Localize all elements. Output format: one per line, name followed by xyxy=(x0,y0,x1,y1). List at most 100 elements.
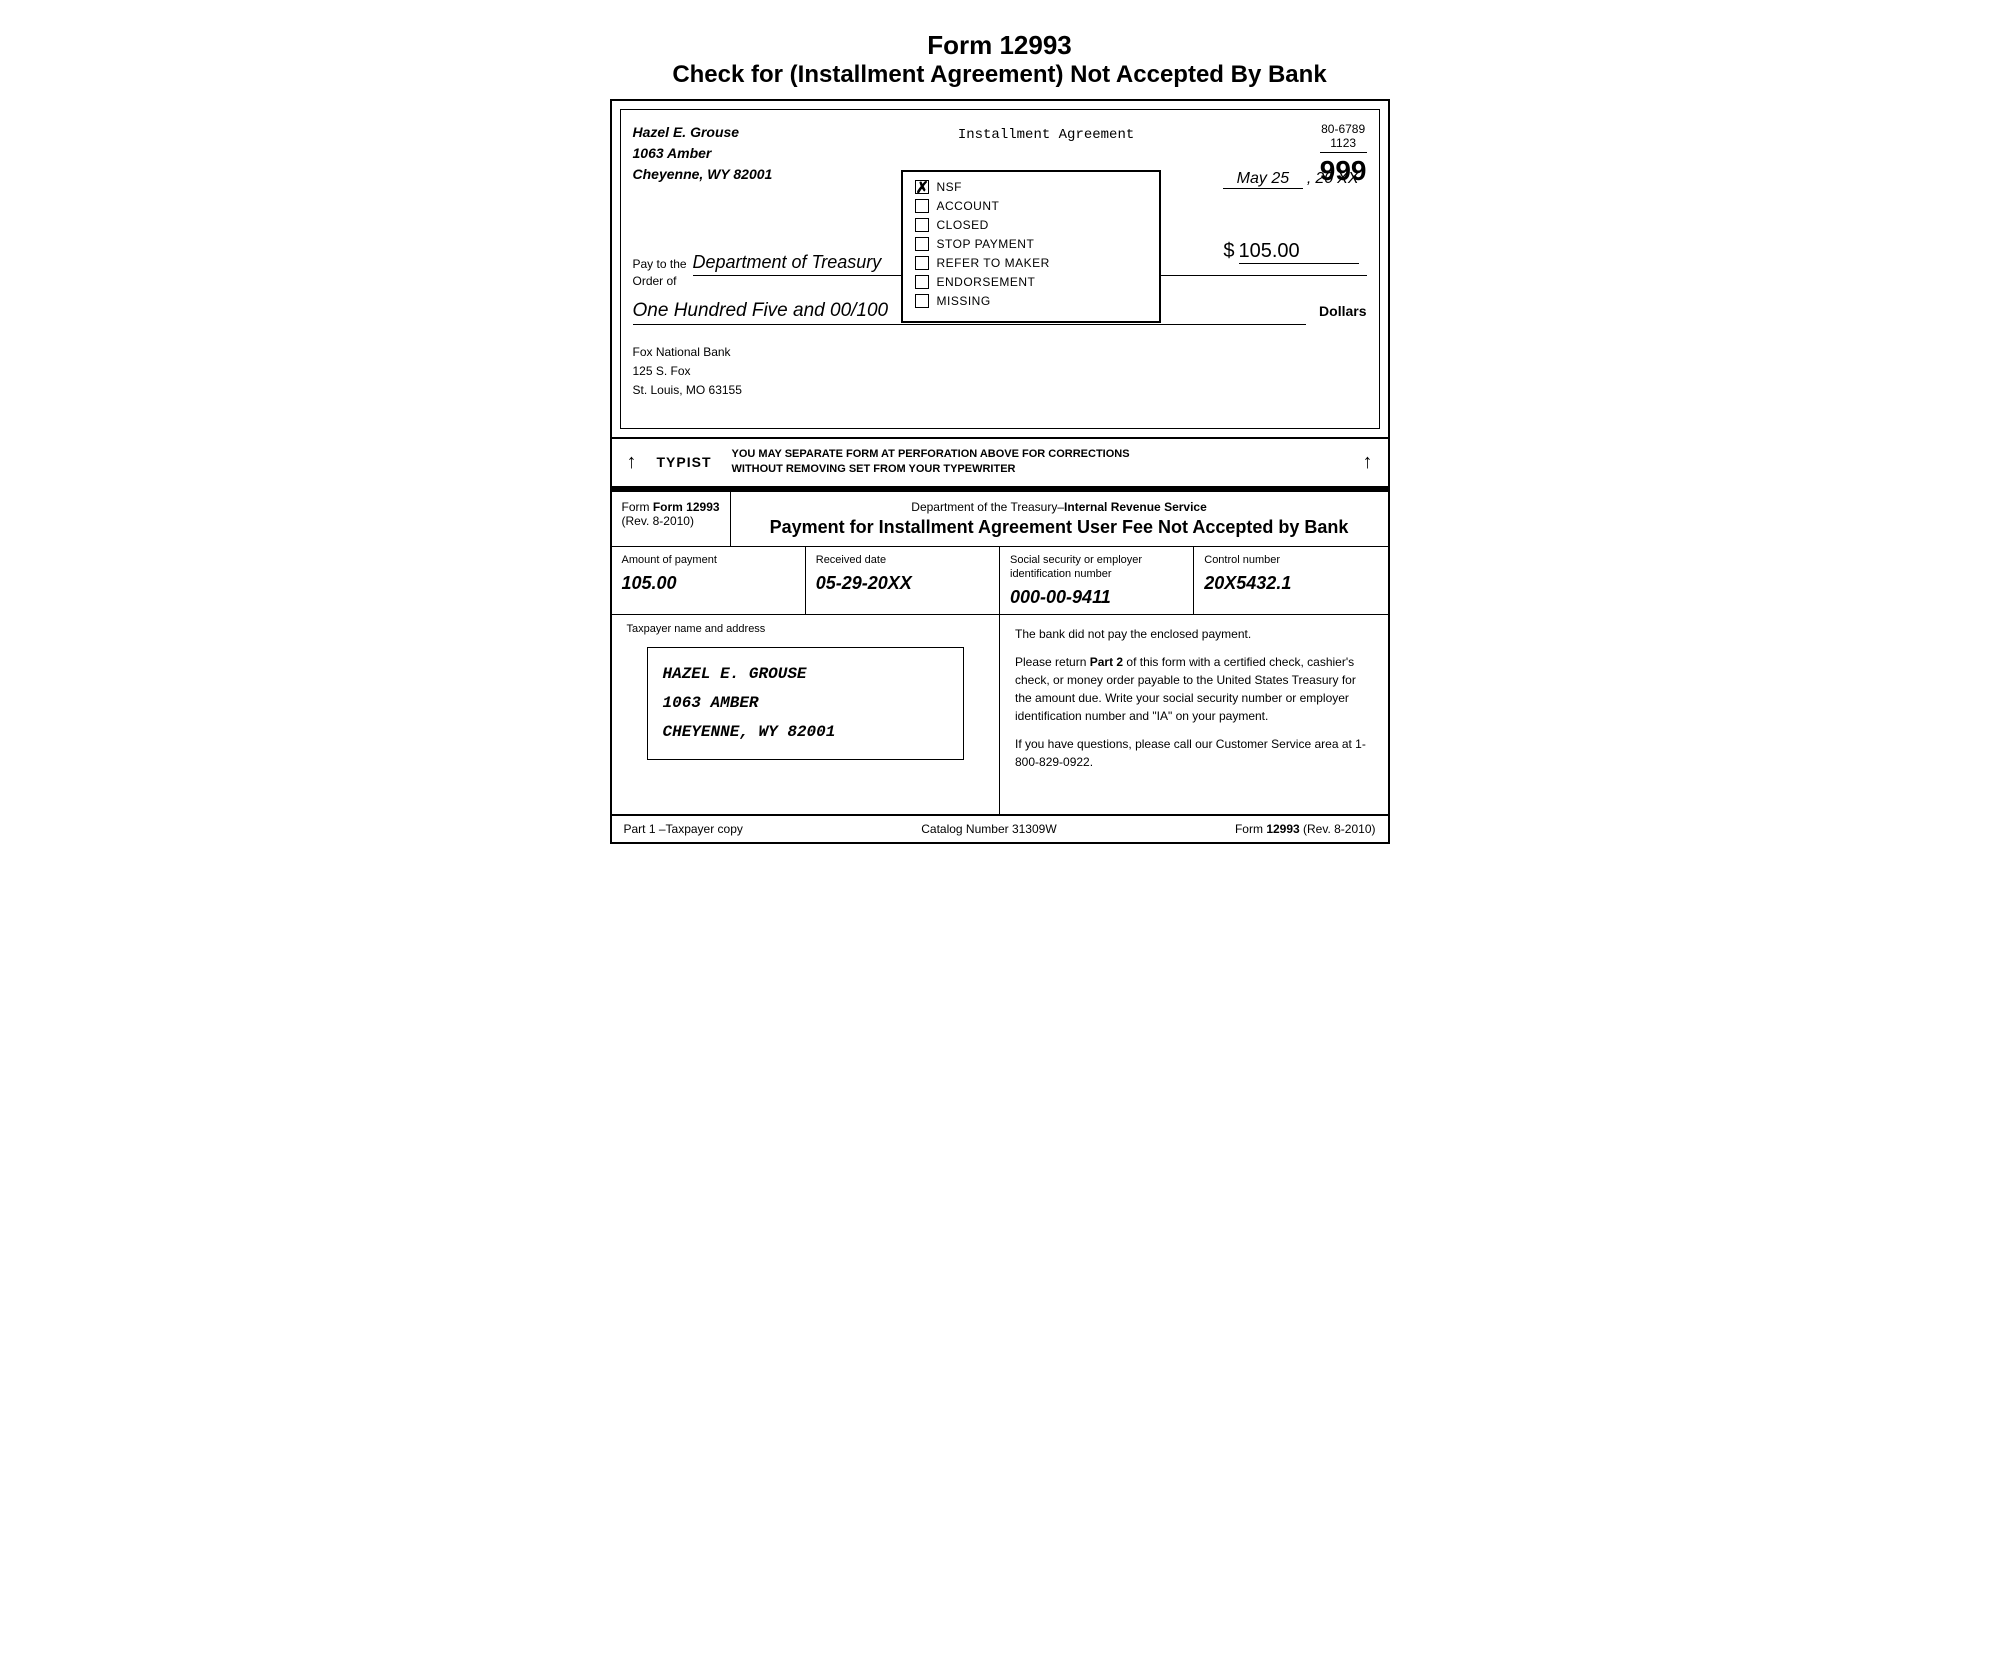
nsf-item-account: ACCOUNT xyxy=(915,199,1147,213)
pay-to-label: Pay to the Order of xyxy=(633,256,688,290)
value-amount-of-payment: 105.00 xyxy=(622,573,795,594)
taxpayer-address-box: HAZEL E. GROUSE 1063 AMBER CHEYENNE, WY … xyxy=(647,647,965,759)
value-ssn: 000-00-9411 xyxy=(1010,587,1183,608)
date-area: May 25 , 20 XX xyxy=(1223,170,1359,189)
bank-address1: 125 S. Fox xyxy=(633,362,1367,381)
footer-left: Part 1 –Taxpayer copy xyxy=(624,822,743,836)
nsf-item-missing: MISSING xyxy=(915,294,1147,308)
typist-note-line1: YOU MAY SEPARATE FORM AT PERFORATION ABO… xyxy=(732,447,1343,462)
check-date-year-suffix: XX xyxy=(1337,170,1358,188)
footer-form-number: 12993 xyxy=(1266,822,1299,836)
lower-form-inner: Form Form 12993 (Rev. 8-2010) Department… xyxy=(612,492,1388,843)
value-received-date: 05-29-20XX xyxy=(816,573,989,594)
nsf-label-missing: MISSING xyxy=(937,294,991,308)
nsf-label-endorsement: ENDORSEMENT xyxy=(937,275,1036,289)
nsf-item-nsf: NSF xyxy=(915,180,1147,194)
dollars-label: Dollars xyxy=(1319,303,1366,319)
label-control-number: Control number xyxy=(1204,553,1377,567)
dollar-sign: $ xyxy=(1223,240,1234,263)
check-name-address: Hazel E. Grouse 1063 Amber Cheyenne, WY … xyxy=(633,122,773,185)
check-address1: 1063 Amber xyxy=(633,143,773,164)
nsf-label-closed: CLOSED xyxy=(937,218,989,232)
nsf-box: NSF ACCOUNT CLOSED STOP PAYMENT REFER TO… xyxy=(901,170,1161,323)
pay-to-label1: Pay to the xyxy=(633,256,688,273)
dept-line: Department of the Treasury–Internal Reve… xyxy=(746,500,1373,514)
typist-note: YOU MAY SEPARATE FORM AT PERFORATION ABO… xyxy=(732,447,1343,478)
check-amount: 105.00 xyxy=(1239,240,1359,264)
typist-row: ↑ TYPIST YOU MAY SEPARATE FORM AT PERFOR… xyxy=(612,439,1388,488)
check-outer: Hazel E. Grouse 1063 Amber Cheyenne, WY … xyxy=(610,99,1390,439)
nsf-checkbox-refer-to-maker xyxy=(915,256,929,270)
bank-name: Fox National Bank xyxy=(633,343,1367,362)
taxpayer-label: Taxpayer name and address xyxy=(627,623,985,635)
taxpayer-address2: CHEYENNE, WY 82001 xyxy=(663,718,949,747)
check-date-year-prefix: 20 xyxy=(1315,170,1333,188)
label-ssn: Social security or employeridentificatio… xyxy=(1010,553,1183,582)
footer-right: Form 12993 (Rev. 8-2010) xyxy=(1235,822,1376,836)
check-address2: Cheyenne, WY 82001 xyxy=(633,164,773,185)
nsf-checkbox-stop-payment xyxy=(915,237,929,251)
nsf-checkbox-nsf xyxy=(915,180,929,194)
nsf-label-nsf: NSF xyxy=(937,180,963,194)
lower-form-rev: (Rev. 8-2010) xyxy=(622,514,720,528)
nsf-checkbox-endorsement xyxy=(915,275,929,289)
nsf-item-endorsement: ENDORSEMENT xyxy=(915,275,1147,289)
nsf-item-closed: CLOSED xyxy=(915,218,1147,232)
label-received-date: Received date xyxy=(816,553,989,567)
page-wrapper: Form 12993 Check for (Installment Agreem… xyxy=(610,30,1390,844)
irs-label: Internal Revenue Service xyxy=(1064,500,1207,514)
typist-arrow-right: ↑ xyxy=(1363,451,1373,474)
form-subtitle-title: Check for (Installment Agreement) Not Ac… xyxy=(610,61,1390,89)
routing-number: 80-6789 xyxy=(1321,122,1365,136)
bank-address2: St. Louis, MO 63155 xyxy=(633,381,1367,400)
data-fields-row: Amount of payment 105.00 Received date 0… xyxy=(612,547,1388,616)
value-control-number: 20X5432.1 xyxy=(1204,573,1377,594)
instructions-p3: If you have questions, please call our C… xyxy=(1015,735,1373,771)
taxpayer-address1: 1063 AMBER xyxy=(663,689,949,718)
instructions-p1: The bank did not pay the enclosed paymen… xyxy=(1015,625,1373,643)
name-address-col: Taxpayer name and address HAZEL E. GROUS… xyxy=(612,615,1001,814)
sub-routing: 1123 xyxy=(1330,136,1356,150)
form-footer: Part 1 –Taxpayer copy Catalog Number 313… xyxy=(612,815,1388,842)
lower-form-number: Form Form 12993 xyxy=(622,500,720,514)
nsf-checkbox-account xyxy=(915,199,929,213)
date-line: May 25 , 20 XX xyxy=(1223,170,1359,189)
form-number-col: Form Form 12993 (Rev. 8-2010) xyxy=(612,492,731,546)
typist-label: TYPIST xyxy=(657,454,712,470)
pay-to-label2: Order of xyxy=(633,273,688,290)
field-received-date: Received date 05-29-20XX xyxy=(806,547,1000,615)
check-name: Hazel E. Grouse xyxy=(633,122,773,143)
nsf-label-account: ACCOUNT xyxy=(937,199,1000,213)
check-routing: 80-6789 1123 xyxy=(1320,122,1367,153)
instructions-p2: Please return Part 2 of this form with a… xyxy=(1015,653,1373,725)
part2-bold: Part 2 xyxy=(1090,655,1123,669)
nsf-label-refer-to-maker: REFER TO MAKER xyxy=(937,256,1050,270)
lower-form-number-bold: Form 12993 xyxy=(653,500,720,514)
check-date-comma: , xyxy=(1307,170,1311,188)
nsf-checkbox-closed xyxy=(915,218,929,232)
nsf-checkbox-missing xyxy=(915,294,929,308)
form-title-block: Form 12993 Check for (Installment Agreem… xyxy=(610,30,1390,89)
payment-title: Payment for Installment Agreement User F… xyxy=(746,517,1373,538)
name-instructions-row: Taxpayer name and address HAZEL E. GROUS… xyxy=(612,615,1388,815)
form-title-col: Department of the Treasury–Internal Reve… xyxy=(731,492,1388,546)
nsf-item-refer-to-maker: REFER TO MAKER xyxy=(915,256,1147,270)
amount-box: $ 105.00 xyxy=(1223,240,1358,264)
typist-note-line2: WITHOUT REMOVING SET FROM YOUR TYPEWRITE… xyxy=(732,462,1343,477)
check-date-month-day: May 25 xyxy=(1223,170,1303,189)
field-ssn: Social security or employeridentificatio… xyxy=(1000,547,1194,615)
typist-arrow-left: ↑ xyxy=(627,451,637,474)
bank-info: Fox National Bank 125 S. Fox St. Louis, … xyxy=(633,343,1367,401)
nsf-item-stop-payment: STOP PAYMENT xyxy=(915,237,1147,251)
taxpayer-name: HAZEL E. GROUSE xyxy=(663,660,949,689)
check-inner: Hazel E. Grouse 1063 Amber Cheyenne, WY … xyxy=(620,109,1380,429)
label-amount-of-payment: Amount of payment xyxy=(622,553,795,567)
lower-form: Form Form 12993 (Rev. 8-2010) Department… xyxy=(610,490,1390,845)
nsf-label-stop-payment: STOP PAYMENT xyxy=(937,237,1035,251)
field-control-number: Control number 20X5432.1 xyxy=(1194,547,1387,615)
instructions-col: The bank did not pay the enclosed paymen… xyxy=(1000,615,1388,814)
form-header-row: Form Form 12993 (Rev. 8-2010) Department… xyxy=(612,492,1388,547)
form-number-title: Form 12993 xyxy=(610,30,1390,61)
field-amount-of-payment: Amount of payment 105.00 xyxy=(612,547,806,615)
footer-center: Catalog Number 31309W xyxy=(921,822,1056,836)
